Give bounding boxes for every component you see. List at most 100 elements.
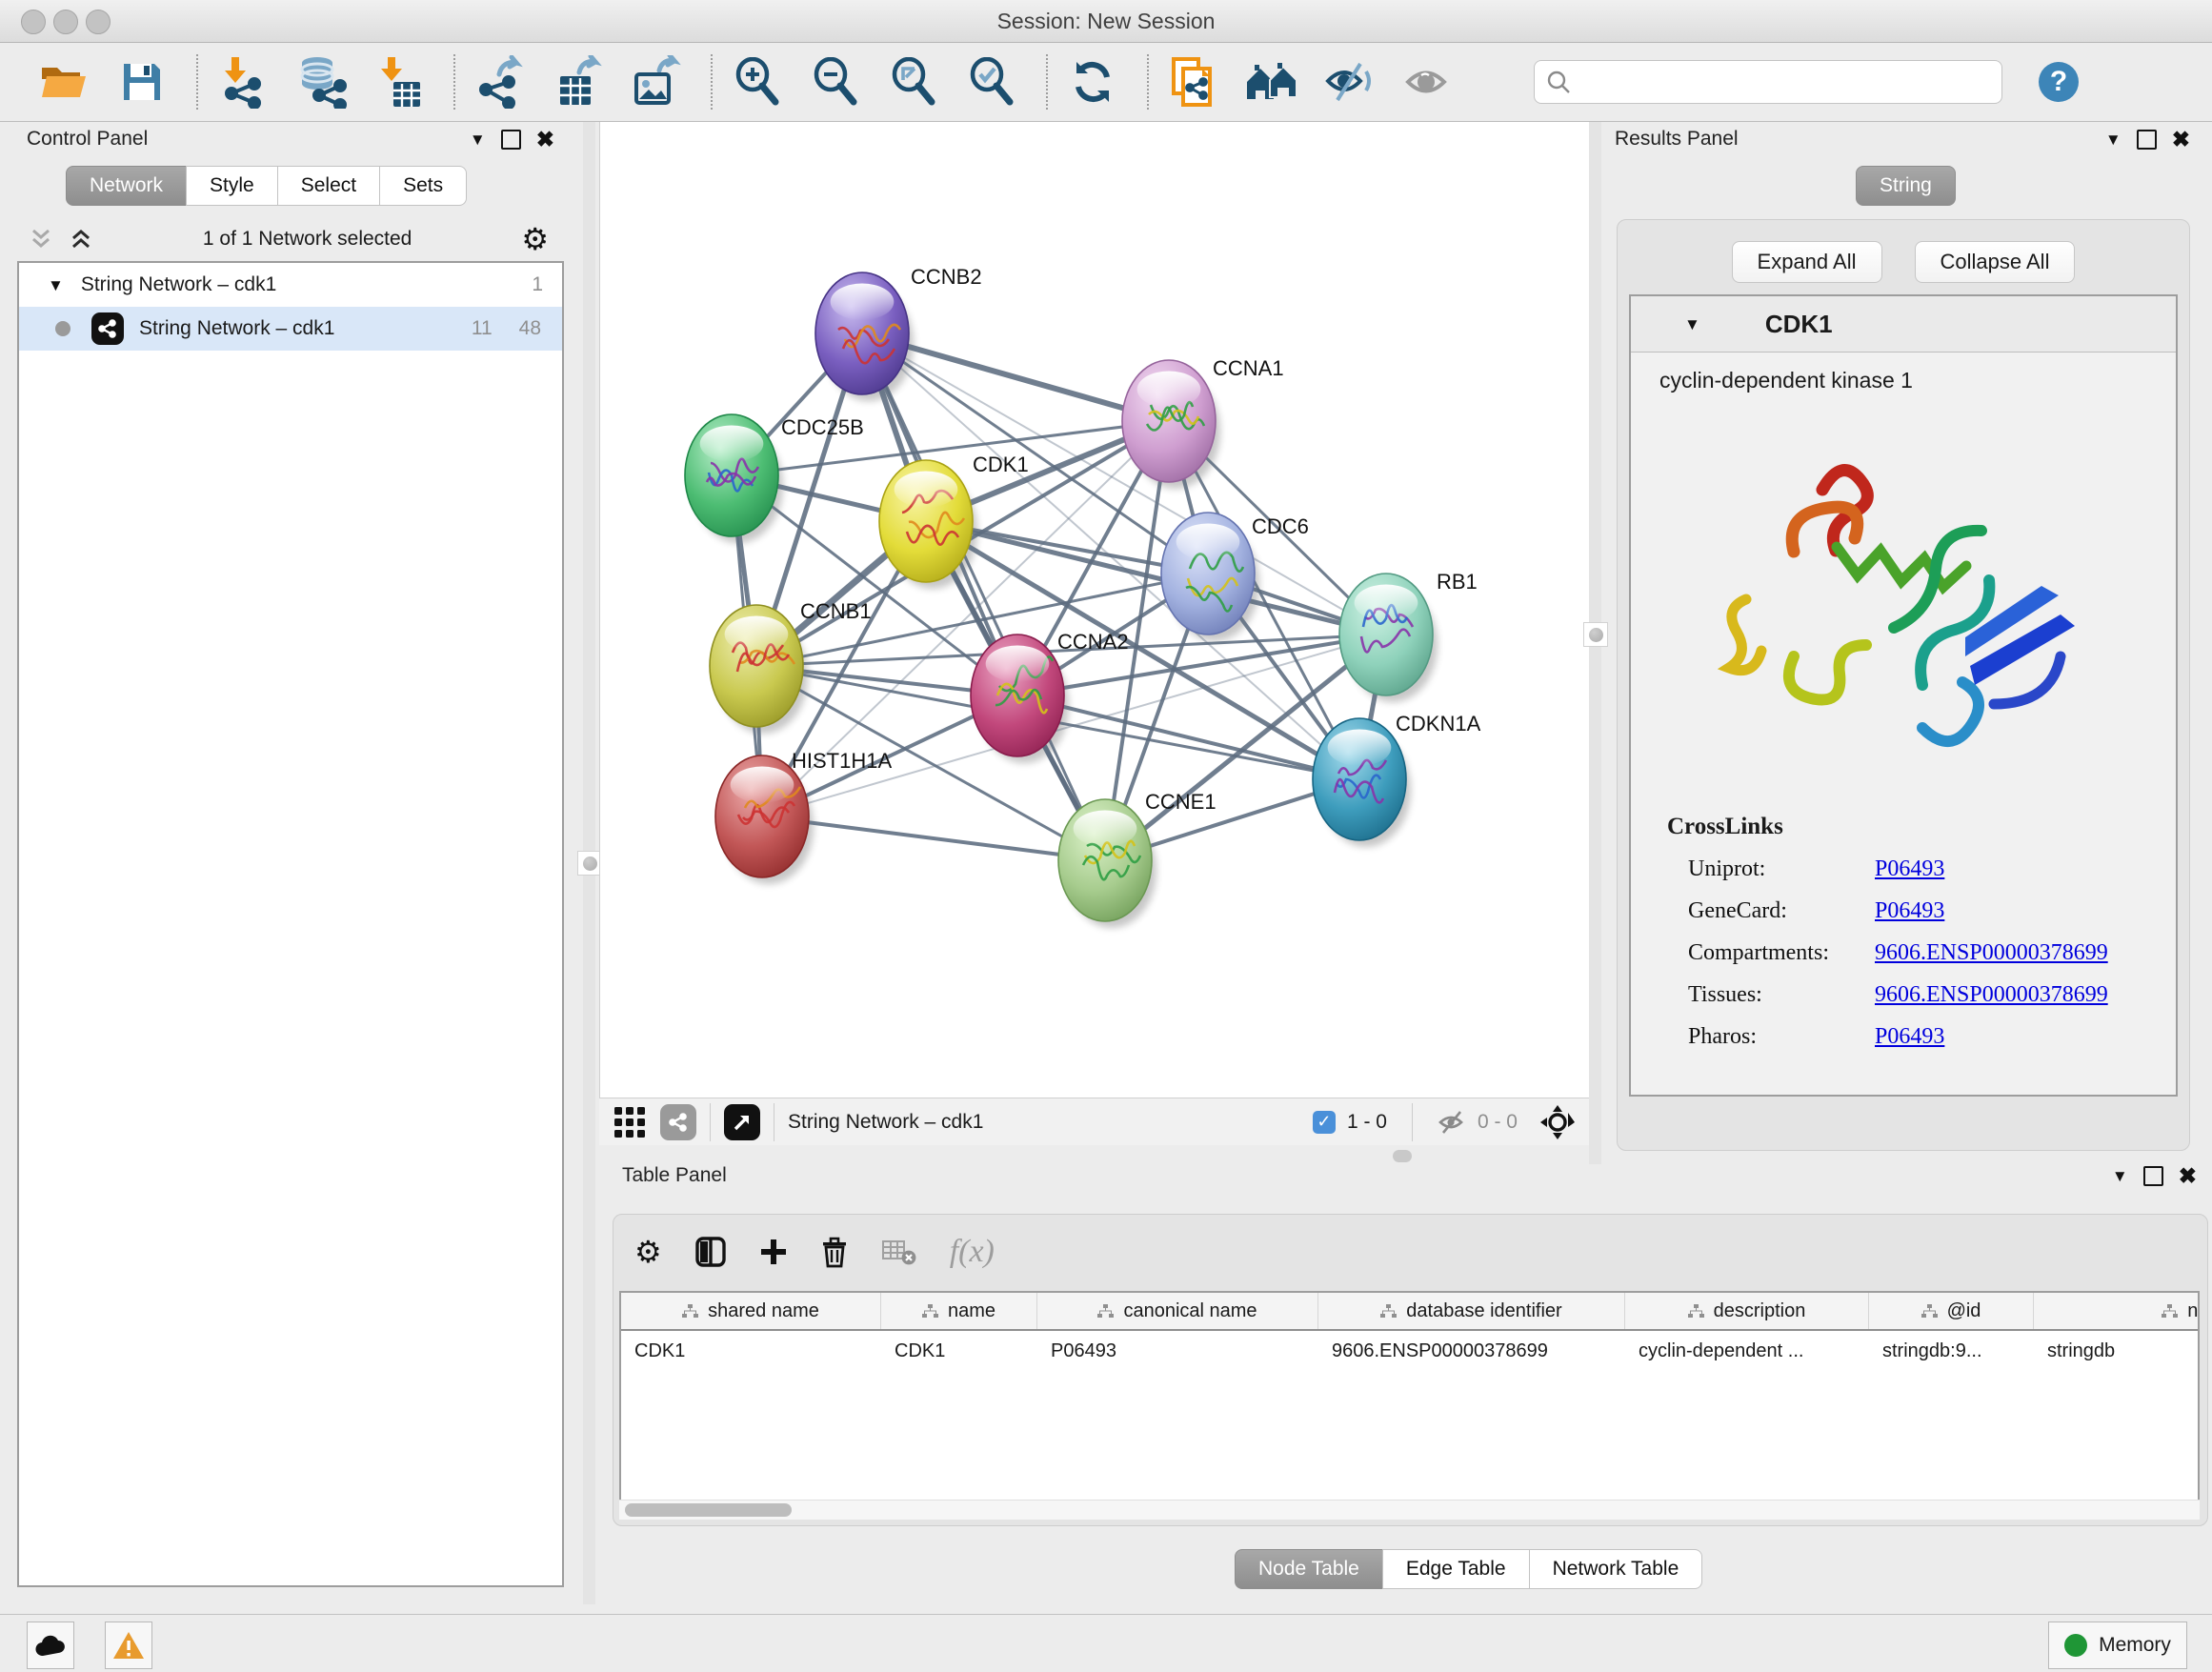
open-file-icon[interactable] [34,52,93,111]
network-node-CDK1[interactable] [879,460,973,582]
close-panel-icon[interactable]: ✖ [2179,1165,2197,1187]
panel-menu-icon[interactable]: ▼ [2112,1168,2128,1184]
minimize-window-icon[interactable] [53,10,78,34]
warnings-button[interactable] [105,1622,152,1669]
network-node-CDC6[interactable] [1161,513,1255,635]
search-input[interactable] [1571,70,1990,94]
zoom-window-icon[interactable] [86,10,111,34]
show-all-panels-icon[interactable] [1242,52,1301,111]
export-image-icon[interactable] [627,52,686,111]
crosslink-link[interactable]: 9606.ENSP00000378699 [1875,940,2108,966]
clone-network-icon[interactable] [1164,52,1223,111]
network-node-CCNA1[interactable] [1122,360,1216,482]
hide-panels-icon[interactable] [1320,52,1379,111]
help-icon[interactable]: ? [2029,52,2088,111]
network-node-CDC25B[interactable] [685,414,778,536]
zoom-fit-icon[interactable] [884,52,943,111]
close-window-icon[interactable] [21,10,46,34]
tab-select[interactable]: Select [277,166,380,206]
network-collection-row[interactable]: ▼ String Network – cdk1 1 [19,263,562,307]
show-columns-icon[interactable] [694,1236,727,1268]
collapse-all-button[interactable]: Collapse All [1915,241,2076,283]
import-network-from-database-icon[interactable] [292,52,351,111]
table-cell[interactable]: CDK1 [621,1331,881,1371]
delete-column-icon[interactable] [820,1236,849,1268]
network-overview-icon[interactable] [660,1104,696,1140]
table-cell[interactable]: cyclin-dependent ... [1625,1331,1869,1371]
close-panel-icon[interactable]: ✖ [536,129,554,151]
column-header-description[interactable]: description [1625,1293,1869,1329]
network-node-HIST1H1A[interactable] [715,755,809,877]
close-panel-icon[interactable]: ✖ [2172,129,2190,151]
tab-string[interactable]: String [1856,166,1956,206]
collapse-all-icon[interactable] [29,227,53,252]
table-cell[interactable]: P06493 [1037,1331,1318,1371]
panel-menu-icon[interactable]: ▼ [2105,131,2122,148]
import-table-icon[interactable] [370,52,429,111]
table-cell[interactable]: 9606.ENSP00000378699 [1318,1331,1625,1371]
open-external-icon[interactable] [724,1104,760,1140]
network-node-RB1[interactable] [1339,574,1433,695]
create-column-icon[interactable] [759,1238,788,1266]
network-node-CCNA2[interactable] [971,635,1064,756]
tree-expand-icon[interactable]: ▼ [48,277,64,293]
memory-button[interactable]: Memory [2048,1622,2187,1669]
expand-all-button[interactable]: Expand All [1732,241,1882,283]
network-node-CCNB2[interactable] [815,272,909,394]
crosslink-link[interactable]: P06493 [1875,1024,1944,1050]
gene-card-header[interactable]: ▼ CDK1 [1631,296,2176,353]
column-header-canonical-name[interactable]: canonical name [1037,1293,1318,1329]
network-options-gear-icon[interactable]: ⚙ [521,224,549,254]
network-node-CCNB1[interactable] [710,605,803,727]
scrollbar-thumb[interactable] [625,1503,792,1517]
cloud-status-button[interactable] [27,1622,74,1669]
network-edge-CCNB2-CCNE1[interactable] [862,333,1105,860]
network-row-selected[interactable]: String Network – cdk1 11 48 [19,307,562,351]
tab-network-table[interactable]: Network Table [1529,1549,1703,1589]
show-panel-icon[interactable] [1398,52,1458,111]
export-table-icon[interactable] [549,52,608,111]
crosslink-link[interactable]: P06493 [1875,856,1944,882]
delete-table-icon[interactable] [881,1238,917,1266]
grid-view-icon[interactable] [613,1105,647,1139]
crosslink-link[interactable]: 9606.ENSP00000378699 [1875,982,2108,1008]
network-edge-HIST1H1A-CCNE1[interactable] [762,816,1105,860]
table-cell[interactable]: stringdb [2034,1331,2200,1371]
expand-all-icon[interactable] [69,227,93,252]
table-row[interactable]: CDK1CDK1P064939606.ENSP00000378699cyclin… [621,1331,2198,1371]
export-network-icon[interactable] [471,52,530,111]
tab-style[interactable]: Style [186,166,278,206]
tab-edge-table[interactable]: Edge Table [1382,1549,1530,1589]
column-header-shared-name[interactable]: shared name [621,1293,881,1329]
hidden-items-icon[interactable] [1438,1110,1466,1135]
save-session-icon[interactable] [112,52,171,111]
column-header-database-identifier[interactable]: database identifier [1318,1293,1625,1329]
table-cell[interactable]: stringdb:9... [1869,1331,2034,1371]
float-panel-icon[interactable] [501,130,521,150]
function-builder-icon[interactable]: f(x) [950,1234,995,1270]
network-node-CCNE1[interactable] [1058,799,1152,921]
selected-items-checkbox[interactable]: ✓ [1313,1111,1336,1134]
table-horizontal-scrollbar[interactable] [619,1500,2200,1520]
tab-node-table[interactable]: Node Table [1235,1549,1383,1589]
tab-network[interactable]: Network [66,166,187,206]
float-panel-icon[interactable] [2143,1166,2163,1186]
column-header-namespace[interactable]: namespace [2034,1293,2200,1329]
import-network-icon[interactable] [213,52,272,111]
zoom-selected-icon[interactable] [962,52,1021,111]
horizontal-splitter-handle[interactable] [1393,1150,1412,1162]
zoom-out-icon[interactable] [806,52,865,111]
column-header-@id[interactable]: @id [1869,1293,2034,1329]
network-node-CDKN1A[interactable] [1313,718,1406,840]
table-options-gear-icon[interactable]: ⚙ [634,1237,662,1267]
crosslink-link[interactable]: P06493 [1875,898,1944,924]
table-cell[interactable]: CDK1 [881,1331,1037,1371]
refresh-layout-icon[interactable] [1063,52,1122,111]
collapse-entry-icon[interactable]: ▼ [1684,316,1700,332]
column-header-name[interactable]: name [881,1293,1037,1329]
panel-menu-icon[interactable]: ▼ [470,131,486,148]
float-panel-icon[interactable] [2137,130,2157,150]
tab-sets[interactable]: Sets [379,166,467,206]
birdseye-navigator-icon[interactable] [1538,1103,1577,1141]
zoom-in-icon[interactable] [728,52,787,111]
